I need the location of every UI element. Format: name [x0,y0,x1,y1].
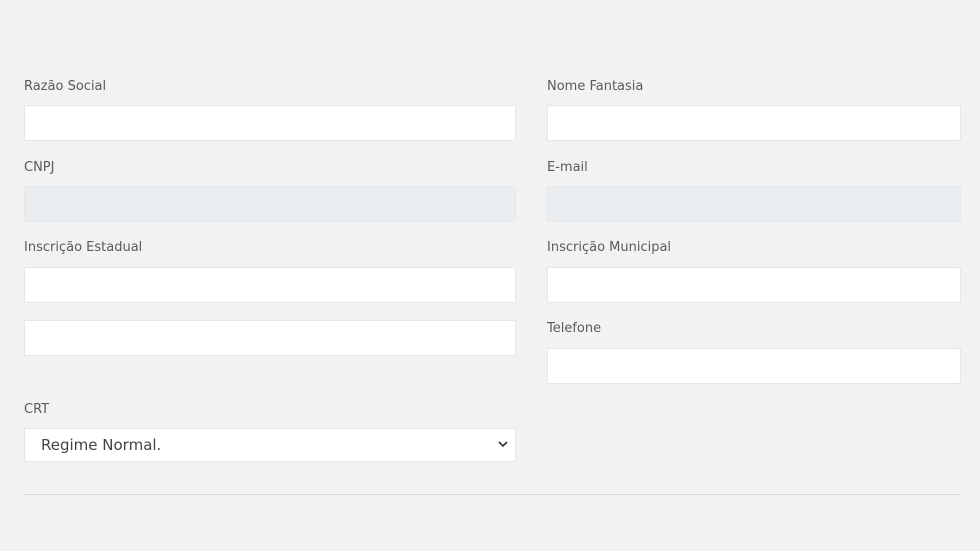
razao-social-input[interactable] [24,105,516,141]
extra-input[interactable] [24,320,516,356]
crt-label: CRT [24,402,50,417]
form-divider [24,494,961,495]
nome-fantasia-label: Nome Fantasia [547,79,644,94]
telefone-input[interactable] [547,348,961,384]
email-input [547,186,961,222]
telefone-label: Telefone [547,321,602,336]
crt-selected-value: Regime Normal. [41,436,162,454]
cnpj-label: CNPJ [24,160,55,175]
inscricao-municipal-label: Inscrição Municipal [547,240,672,255]
crt-select[interactable]: Regime Normal. [24,428,516,462]
inscricao-municipal-input[interactable] [547,267,961,303]
cnpj-input [24,186,516,222]
razao-social-label: Razão Social [24,79,107,94]
inscricao-estadual-input[interactable] [24,267,516,303]
email-label: E-mail [547,160,588,175]
chevron-down-icon [498,441,508,448]
inscricao-estadual-label: Inscrição Estadual [24,240,143,255]
nome-fantasia-input[interactable] [547,105,961,141]
